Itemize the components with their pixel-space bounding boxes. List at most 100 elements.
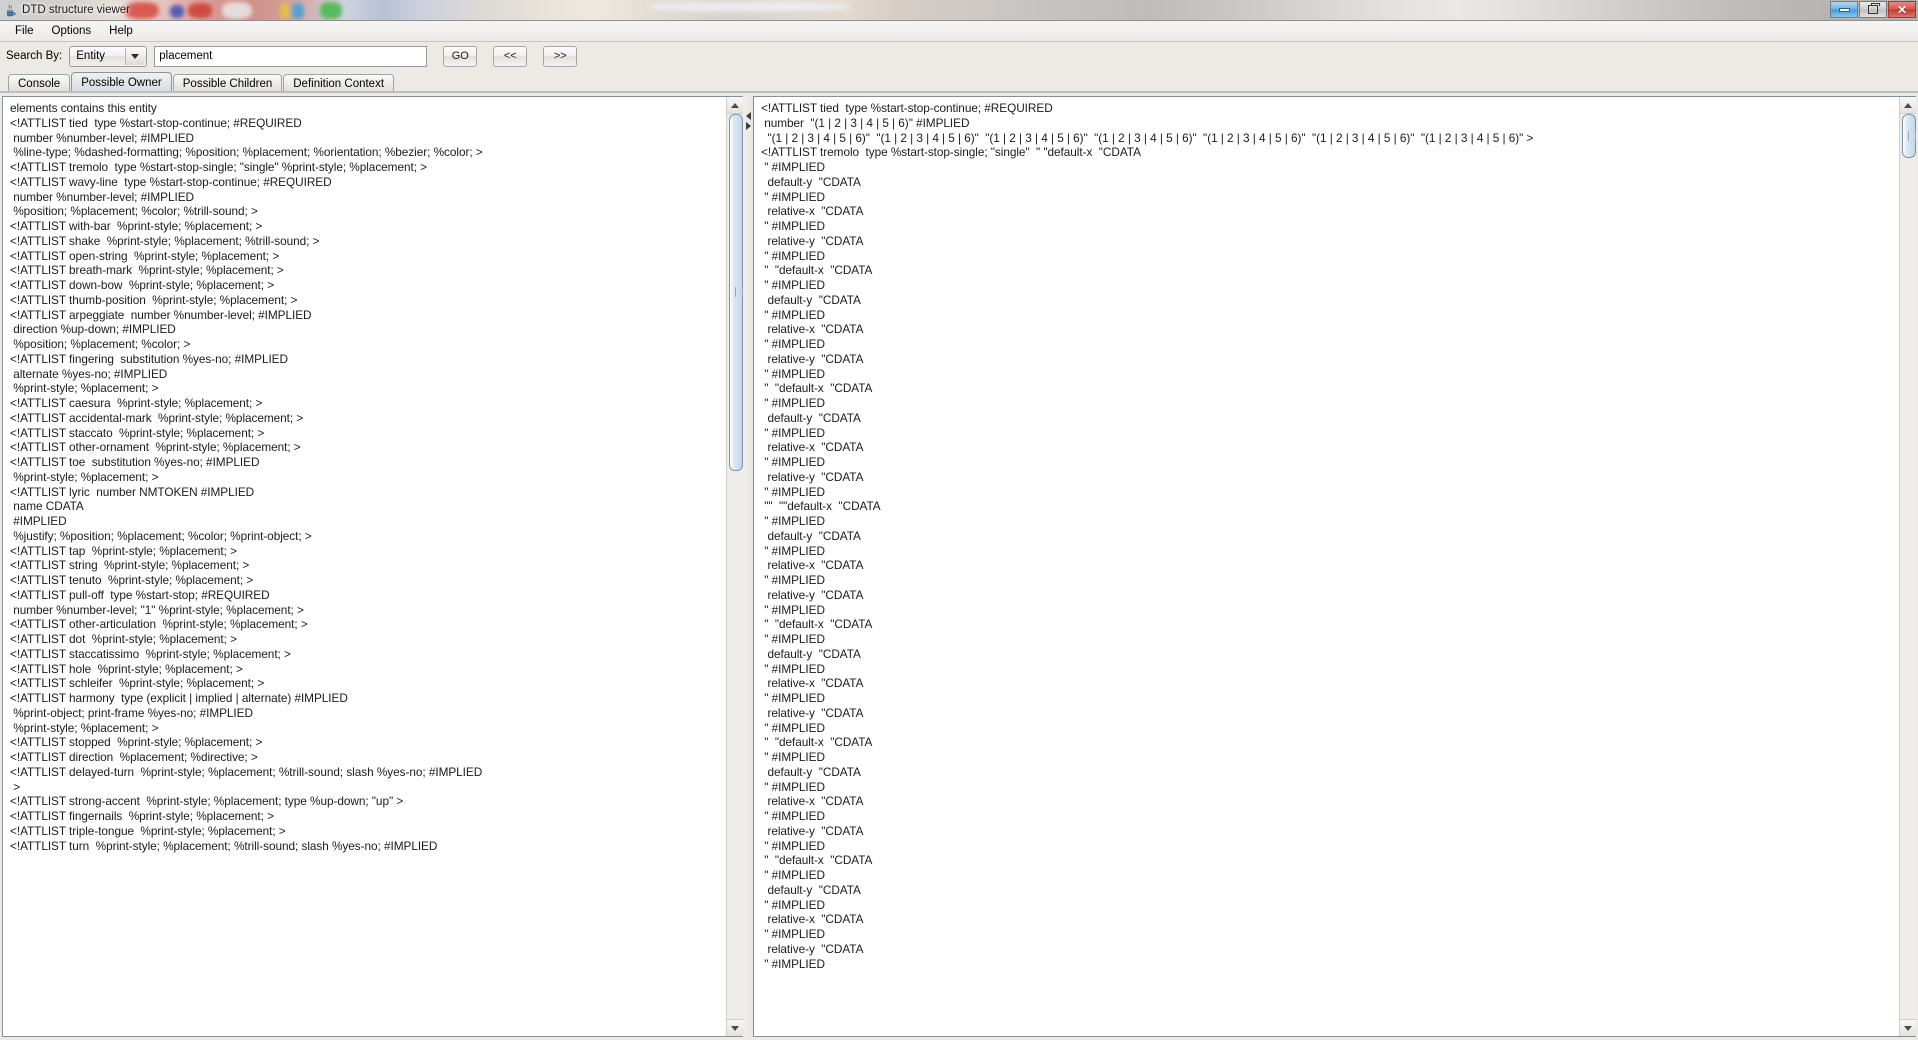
left-code-line: <!ATTLIST tremolo type %start-stop-singl… [10,160,427,174]
right-code-line: " "default-x "CDATA [761,263,873,278]
right-code-line: relative-y "CDATA [761,469,864,484]
panel-splitter[interactable] [743,96,753,1037]
left-code-line: <!ATTLIST caesura %print-style; %placeme… [10,396,263,410]
maximize-icon [1868,3,1880,14]
menu-options[interactable]: Options [44,22,100,40]
tab-bar: Console Possible Owner Possible Children… [0,70,1918,93]
left-code-line: <!ATTLIST shake %print-style; %placement… [10,233,320,248]
right-code-line: relative-y "CDATA [761,233,864,248]
right-code-line: " "default-x "CDATA [761,853,873,868]
right-code-line: <!ATTLIST tied type %start-stop-continue… [761,101,1053,115]
left-code-line: <!ATTLIST dot %print-style; %placement; … [10,632,237,646]
right-code-line: <!ATTLIST tremolo type %start-stop-singl… [761,145,1141,160]
right-code-line: " #IMPLIED [761,838,825,853]
left-code-line: <!ATTLIST staccatissimo %print-style; %p… [10,646,291,661]
left-code-line: elements contains this entity [10,101,157,115]
right-code-line: default-y "CDATA [761,292,861,307]
left-scroll-down-button[interactable] [726,1019,743,1036]
menu-help[interactable]: Help [101,22,141,40]
right-code-line: " #IMPLIED [761,632,825,646]
right-code-line: " #IMPLIED [761,927,825,941]
maximize-button[interactable] [1859,1,1887,18]
right-code-line: " #IMPLIED [761,160,825,174]
left-code-line: <!ATTLIST staccato %print-style; %placem… [10,425,265,440]
right-code-line: " "default-x "CDATA [761,735,873,750]
tab-definition-context[interactable]: Definition Context [283,74,395,93]
right-code-line: default-y "CDATA [761,528,861,543]
left-code-line: <!ATTLIST open-string %print-style; %pla… [10,248,280,263]
right-code-line: " #IMPLIED [761,337,825,351]
tab-possible-owner[interactable]: Possible Owner [71,72,172,93]
right-scroll-track[interactable] [1899,114,1916,1019]
possible-owner-right-panel: <!ATTLIST tied type %start-stop-continue… [753,96,1916,1037]
right-vertical-scrollbar[interactable] [1899,97,1916,1036]
right-code-line: " #IMPLIED [761,278,825,292]
right-code-line: " #IMPLIED [761,484,825,499]
left-code-line: %print-object; print-frame %yes-no; #IMP… [10,705,253,720]
go-button[interactable]: GO [443,45,478,67]
menu-bar: File Options Help [0,21,1918,42]
possible-owner-left-panel: elements contains this entity <!ATTLIST t… [2,96,743,1037]
left-vertical-scrollbar[interactable] [726,97,743,1036]
left-code-line: <!ATTLIST lyric number NMTOKEN #IMPLIED [10,484,255,499]
right-scroll-up-button[interactable] [1899,97,1916,114]
right-code-line: " #IMPLIED [761,868,825,882]
scroll-down-icon [1903,1025,1912,1031]
close-button[interactable]: ✕ [1888,1,1916,18]
left-code-line: <!ATTLIST tied type %start-stop-continue… [10,115,302,130]
minimize-button[interactable] [1830,1,1858,18]
search-input[interactable] [154,45,428,67]
minimize-icon [1838,7,1850,12]
right-code-line: " #IMPLIED [761,366,825,381]
left-scroll-up-button[interactable] [726,97,743,114]
left-code-line: <!ATTLIST stopped %print-style; %placeme… [10,735,263,750]
right-code-line: " #IMPLIED [761,720,825,735]
right-scroll-down-button[interactable] [1899,1019,1916,1036]
splitter-collapse-left-button[interactable] [744,112,752,120]
left-text-area[interactable]: elements contains this entity <!ATTLIST t… [3,97,726,1036]
right-code-line: " #IMPLIED [761,661,825,676]
scroll-up-icon [730,102,739,108]
right-code-line: "" ""default-x "CDATA [761,499,881,514]
previous-button[interactable]: << [493,45,528,67]
left-code-line: <!ATTLIST tenuto %print-style; %placemen… [10,573,254,587]
left-scroll-thumb[interactable] [728,114,743,471]
right-code-line: " "default-x "CDATA [761,381,873,396]
search-by-select[interactable]: Entity [69,45,148,67]
left-scroll-track[interactable] [726,114,743,1019]
search-by-value: Entity [76,50,106,62]
right-code-line: default-y "CDATA [761,882,861,897]
next-button[interactable]: >> [543,45,578,67]
left-code-line: <!ATTLIST strong-accent %print-style; %p… [10,794,404,809]
left-code-line: %print-style; %placement; > [10,720,159,735]
right-code-line: " #IMPLIED [761,897,825,912]
left-code-line: <!ATTLIST toe substitution %yes-no; #IMP… [10,455,260,469]
left-code-line: name CDATA [10,499,84,514]
left-code-line: <!ATTLIST hole %print-style; %placement;… [10,661,243,676]
split-pane: elements contains this entity <!ATTLIST t… [0,93,1918,1040]
right-code-line: " #IMPLIED [761,543,825,558]
right-code-line: " "default-x "CDATA [761,617,873,632]
right-code-line: " #IMPLIED [761,219,825,233]
right-code-line: default-y "CDATA [761,646,861,661]
left-code-line: <!ATTLIST direction %placement; %directi… [10,750,258,764]
chevron-down-icon [125,47,145,65]
right-scroll-thumb[interactable] [1901,114,1916,158]
menu-file[interactable]: File [7,22,42,40]
right-code-line: " #IMPLIED [761,750,825,764]
scroll-down-icon [730,1025,739,1031]
right-text-area[interactable]: <!ATTLIST tied type %start-stop-continue… [754,97,1899,1036]
left-code-line: %print-style; %placement; > [10,381,159,396]
left-code-line: <!ATTLIST down-bow %print-style; %placem… [10,278,275,292]
left-code-line: <!ATTLIST delayed-turn %print-style; %pl… [10,764,483,779]
splitter-collapse-right-button[interactable] [744,122,752,130]
tab-possible-children[interactable]: Possible Children [172,74,283,93]
right-code-line: relative-y "CDATA [761,823,864,838]
left-code-line: <!ATTLIST tap %print-style; %placement; … [10,543,237,558]
left-code-line: <!ATTLIST other-articulation %print-styl… [10,617,308,632]
left-code-line: <!ATTLIST schleifer %print-style; %place… [10,676,265,691]
tab-console[interactable]: Console [8,74,71,93]
right-code-line: " #IMPLIED [761,573,825,587]
right-code-line: relative-y "CDATA [761,705,864,720]
right-code-line: relative-x "CDATA [761,912,864,927]
